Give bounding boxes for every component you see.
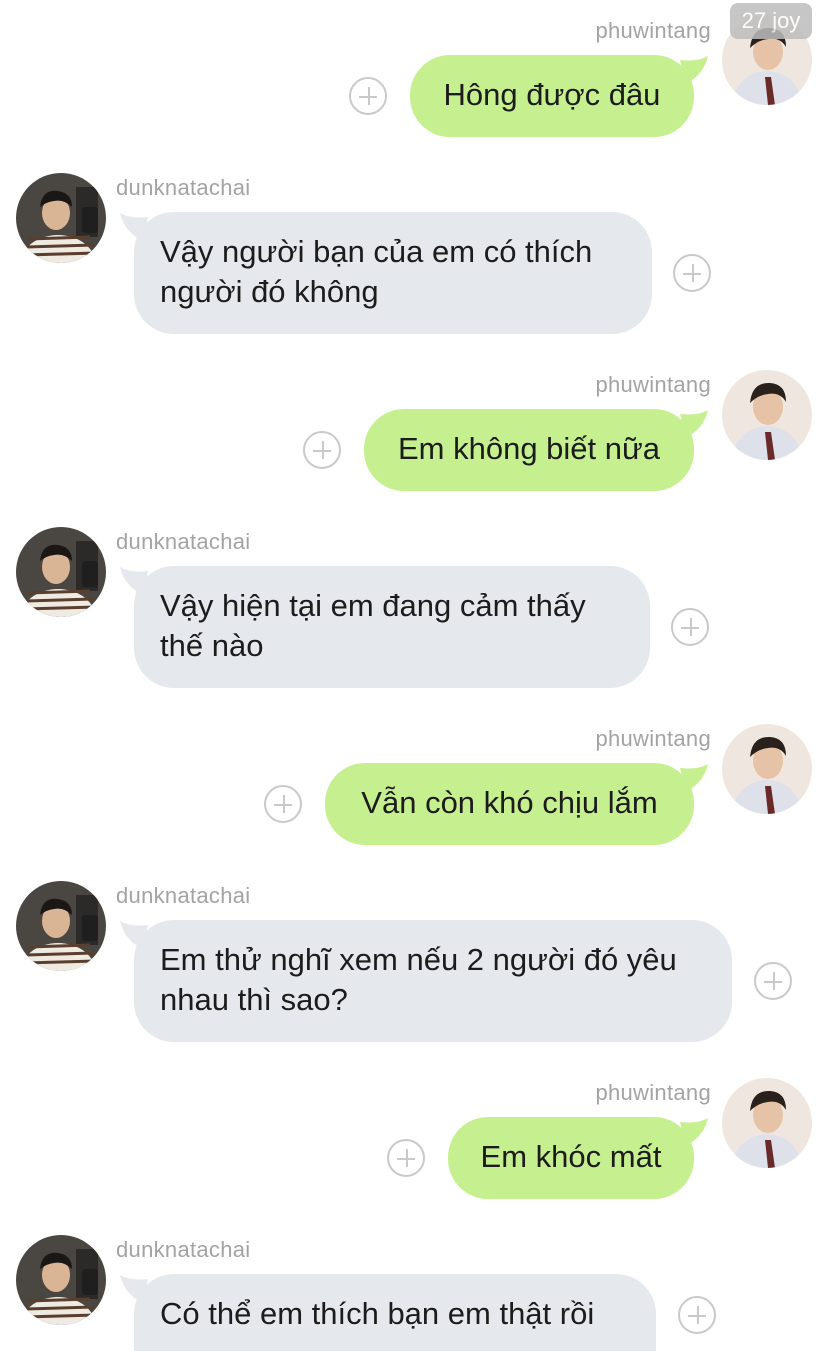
add-reaction-icon[interactable]	[387, 1139, 425, 1177]
avatar[interactable]	[16, 881, 106, 971]
message-bubble[interactable]: Vẫn còn khó chịu lắm	[325, 763, 694, 845]
sender-name: phuwintang	[595, 1080, 711, 1105]
add-reaction-icon[interactable]	[349, 77, 387, 115]
sender-name: phuwintang	[595, 18, 711, 43]
message-bubble[interactable]: Em thử nghĩ xem nếu 2 người đó yêu nhau …	[134, 920, 732, 1042]
message-text: Có thể em thích bạn em thật rồi	[160, 1296, 595, 1331]
message-text: Vẫn còn khó chịu lắm	[361, 785, 658, 820]
sender-name: dunknatachai	[116, 1237, 251, 1262]
avatar[interactable]	[722, 370, 812, 460]
message-text: Vậy hiện tại em đang cảm thấy thế nào	[160, 588, 586, 663]
avatar[interactable]	[722, 1078, 812, 1168]
add-reaction-icon[interactable]	[264, 785, 302, 823]
message-text: Hông được đâu	[443, 77, 661, 112]
avatar[interactable]	[722, 724, 812, 814]
message-bubble[interactable]: Có thể em thích bạn em thật rồi	[134, 1274, 656, 1351]
sender-name: phuwintang	[595, 372, 711, 397]
message-bubble[interactable]: Em khóc mất	[448, 1117, 694, 1199]
watermark-badge: 27 joy	[730, 3, 812, 39]
add-reaction-icon[interactable]	[678, 1296, 716, 1334]
message-bubble[interactable]: Em không biết nữa	[364, 409, 694, 491]
message-bubble[interactable]: Vậy hiện tại em đang cảm thấy thế nào	[134, 566, 650, 688]
message-text: Em khóc mất	[480, 1139, 662, 1174]
avatar[interactable]	[16, 527, 106, 617]
avatar[interactable]	[16, 173, 106, 263]
sender-name: dunknatachai	[116, 175, 251, 200]
message-bubble[interactable]: Vậy người bạn của em có thích người đó k…	[134, 212, 652, 334]
add-reaction-icon[interactable]	[754, 962, 792, 1000]
message-text: Vậy người bạn của em có thích người đó k…	[160, 234, 593, 309]
sender-name: dunknatachai	[116, 529, 251, 554]
add-reaction-icon[interactable]	[303, 431, 341, 469]
message-bubble[interactable]: Hông được đâu	[410, 55, 694, 137]
avatar[interactable]	[16, 1235, 106, 1325]
message-text: Em thử nghĩ xem nếu 2 người đó yêu nhau …	[160, 942, 677, 1017]
message-text: Em không biết nữa	[397, 431, 661, 466]
add-reaction-icon[interactable]	[673, 254, 711, 292]
sender-name: dunknatachai	[116, 883, 251, 908]
sender-name: phuwintang	[595, 726, 711, 751]
add-reaction-icon[interactable]	[671, 608, 709, 646]
